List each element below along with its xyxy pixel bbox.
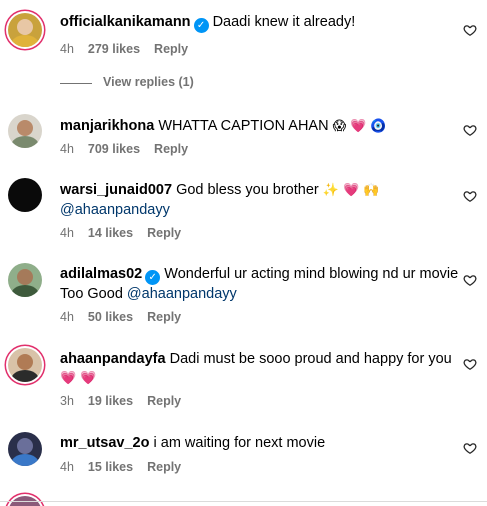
emoji: 💗 (350, 118, 367, 133)
comment-likes[interactable]: 19 likes (88, 394, 133, 408)
avatar[interactable] (8, 263, 42, 297)
comment-time: 4h (60, 142, 74, 156)
comment-time: 4h (60, 42, 74, 56)
comment-username[interactable]: warsi_junaid007 (60, 182, 172, 198)
comment-text-line: manjarikhona WHATTA CAPTION AHAN 😱 💗 🧿 (60, 116, 451, 136)
comment-likes[interactable]: 14 likes (88, 226, 133, 240)
comment-likes[interactable]: 279 likes (88, 42, 140, 56)
comment-text-line-2: 💗 💗 (60, 368, 451, 388)
reply-button[interactable]: Reply (154, 42, 188, 56)
emoji: 🧿 (370, 118, 387, 133)
heart-outline-icon[interactable] (463, 123, 477, 137)
comment-time: 3h (60, 394, 74, 408)
comment-meta: 4h 709 likes Reply (60, 141, 202, 157)
emoji: 💗 (80, 370, 97, 385)
comment-text: Wonderful ur acting mind blowing nd ur m… (164, 266, 459, 282)
comment-likes[interactable]: 15 likes (88, 460, 133, 474)
heart-outline-icon[interactable] (463, 273, 477, 287)
avatar[interactable] (8, 13, 42, 47)
comment-username[interactable]: manjarikhona (60, 118, 154, 134)
comment-username[interactable]: mr_utsav_2o (60, 435, 149, 451)
comment-likes[interactable]: 50 likes (88, 310, 133, 324)
comment-text: God bless you brother (176, 182, 319, 198)
comment-text-line: ahaanpandayfa Dadi must be sooo proud an… (60, 349, 452, 369)
comment-meta: 4h 50 likes Reply (60, 309, 195, 325)
emoji: 😱 (332, 118, 347, 133)
emoji: 💗 (60, 370, 77, 385)
view-replies-button[interactable]: View replies (1) (103, 75, 194, 89)
comment-meta: 3h 19 likes Reply (60, 393, 195, 409)
mention-link[interactable]: @ahaanpandayy (127, 286, 237, 302)
reply-button[interactable]: Reply (147, 460, 181, 474)
comment-text-line-2: Too Good @ahaanpandayy (60, 284, 451, 304)
emoji: 🙌 (363, 182, 380, 197)
emoji: ✨ (322, 182, 339, 197)
avatar[interactable] (8, 432, 42, 466)
reply-button[interactable]: Reply (147, 310, 181, 324)
divider (0, 501, 487, 502)
mention-link[interactable]: @ahaanpandayy (60, 202, 170, 218)
comment-text-line: mr_utsav_2o i am waiting for next movie (60, 433, 451, 453)
emoji: 💗 (342, 182, 360, 197)
heart-outline-icon[interactable] (463, 23, 477, 37)
reply-button[interactable]: Reply (147, 394, 181, 408)
comment-meta: 4h 14 likes Reply (60, 225, 195, 241)
reply-button[interactable]: Reply (147, 226, 181, 240)
comment-username[interactable]: officialkanikamann (60, 14, 191, 30)
view-replies-divider (60, 83, 92, 84)
comment-text: Daadi knew it already! (212, 14, 356, 30)
comment-text-line: warsi_junaid007 God bless you brother ✨ … (60, 180, 451, 200)
reply-button[interactable]: Reply (154, 142, 188, 156)
avatar[interactable] (8, 348, 42, 382)
avatar[interactable] (8, 178, 42, 212)
comment-time: 4h (60, 460, 74, 474)
comment-username[interactable]: adilalmas02 (60, 266, 142, 282)
comment-text: i am waiting for next movie (153, 435, 326, 451)
comment-text-continued: Too Good (60, 286, 123, 302)
heart-outline-icon[interactable] (463, 189, 477, 203)
comment-text: Dadi must be sooo proud and happy for yo… (169, 351, 452, 367)
comment-meta: 4h 15 likes Reply (60, 459, 195, 475)
heart-outline-icon[interactable] (463, 357, 477, 371)
comment-text-line: adilalmas02 ✓ Wonderful ur acting mind bl… (60, 264, 458, 285)
heart-outline-icon[interactable] (463, 441, 477, 455)
comment-text: WHATTA CAPTION AHAN (158, 118, 329, 134)
comment-text-line-2: @ahaanpandayy (60, 200, 451, 220)
comment-time: 4h (60, 310, 74, 324)
verified-badge-icon: ✓ (193, 18, 209, 33)
comment-username[interactable]: ahaanpandayfa (60, 351, 166, 367)
avatar[interactable] (8, 114, 42, 148)
verified-badge-icon: ✓ (145, 270, 161, 285)
comment-text-line: officialkanikamann ✓ Daadi knew it alread… (60, 12, 451, 33)
comment-likes[interactable]: 709 likes (88, 142, 140, 156)
comment-time: 4h (60, 226, 74, 240)
comment-meta: 4h 279 likes Reply (60, 41, 202, 57)
